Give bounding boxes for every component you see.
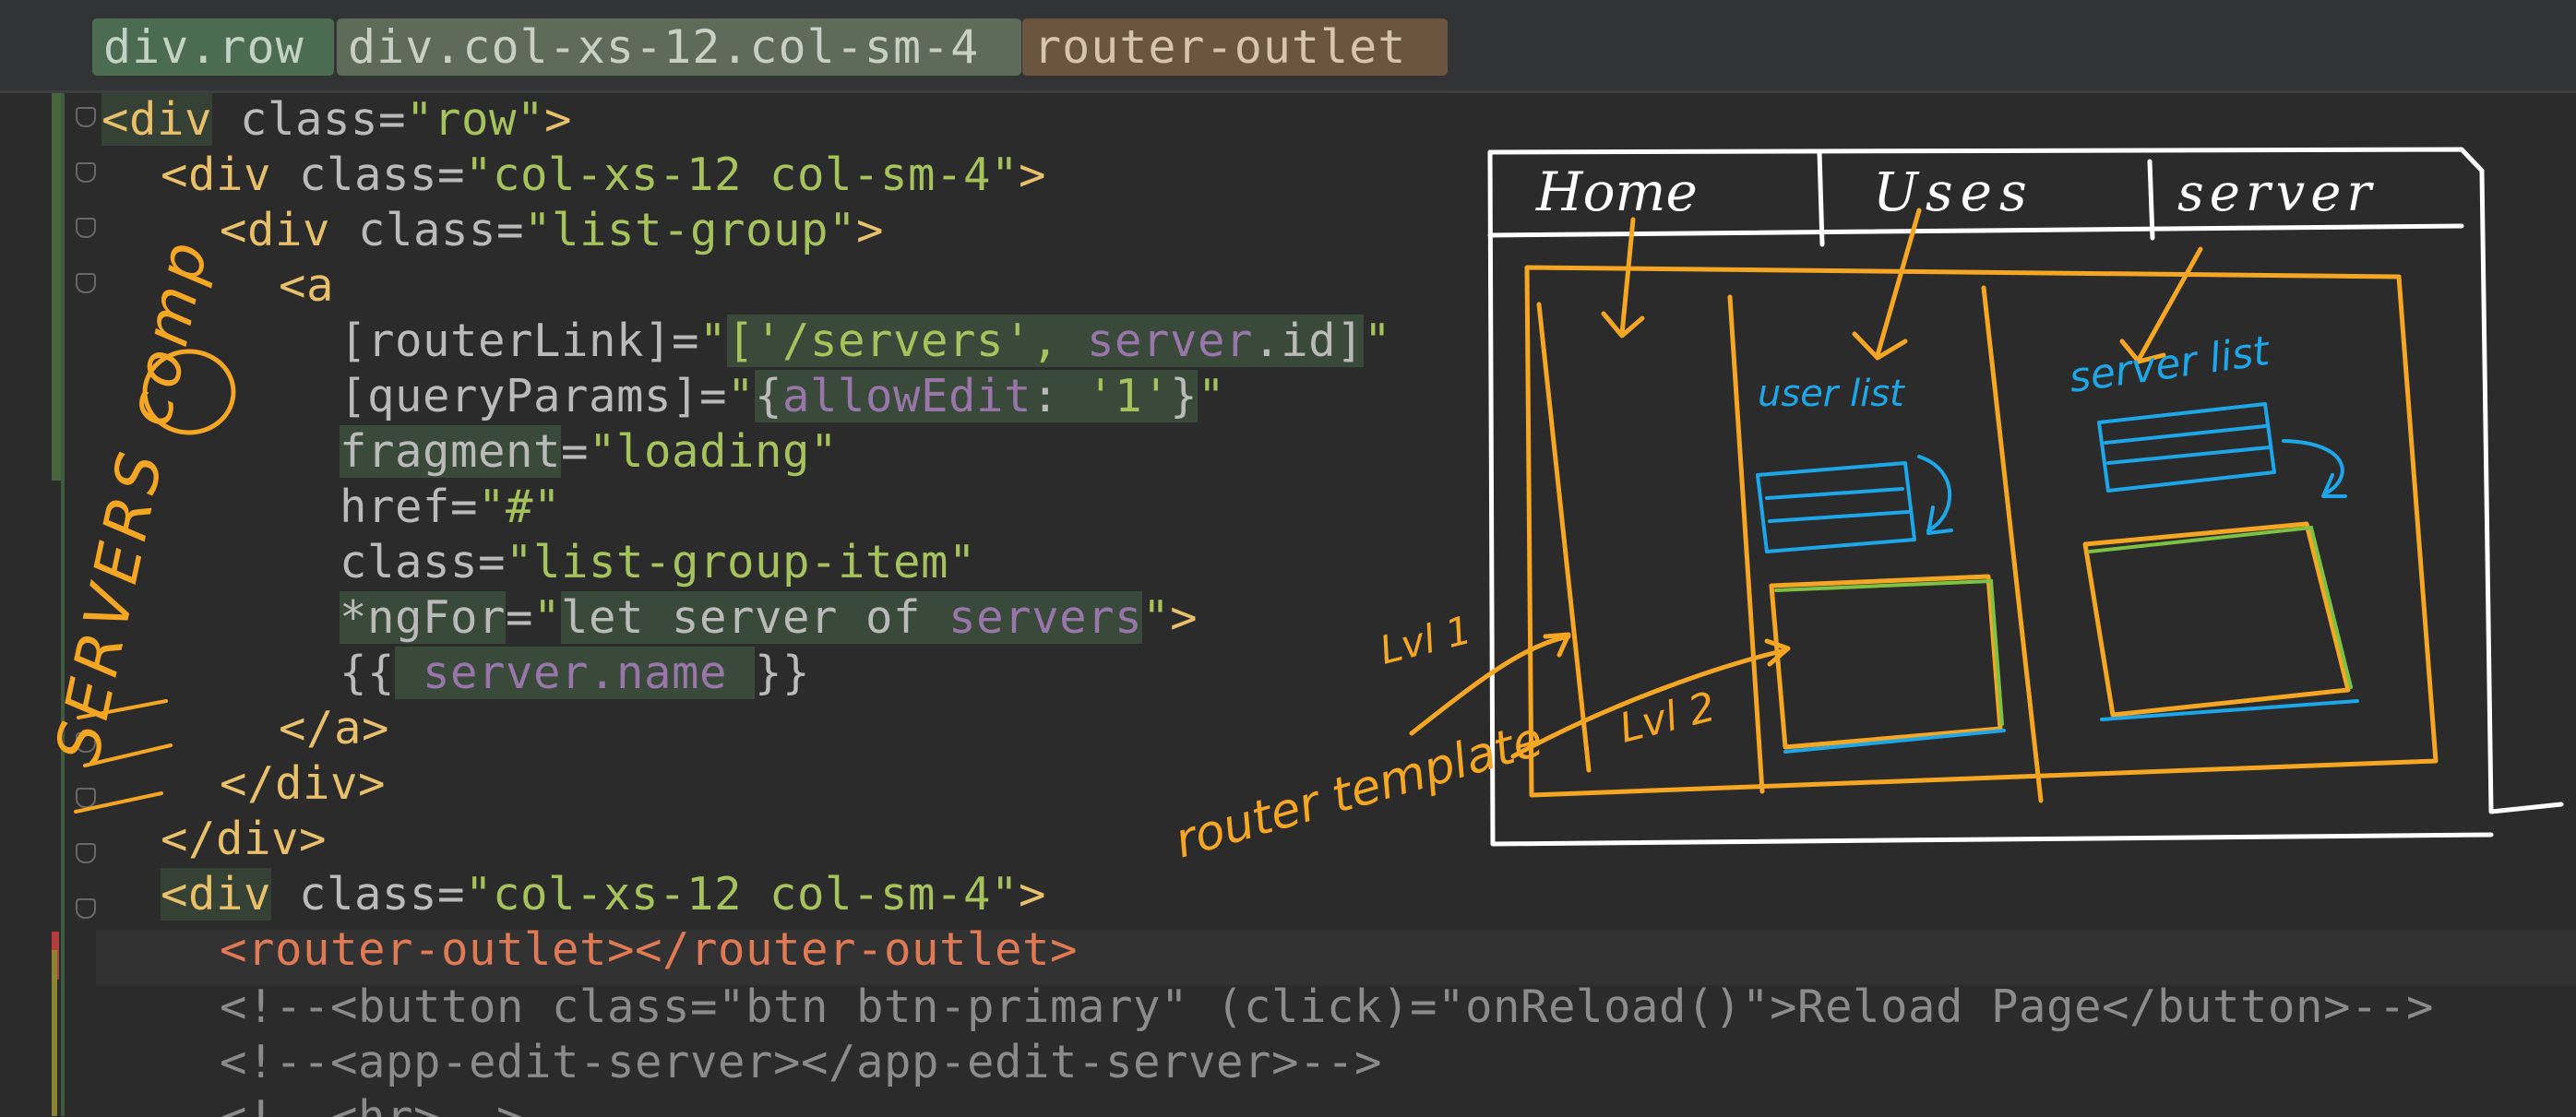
code-line[interactable]: </div>	[161, 813, 327, 866]
attr-value: "#"	[478, 481, 562, 533]
attr-name: class=	[271, 868, 466, 921]
code-comment: <!--<hr>-->	[220, 1091, 524, 1117]
code-line[interactable]: <div class="row">	[101, 93, 572, 147]
attr-value: "	[533, 591, 562, 644]
attr-name: class=	[340, 536, 507, 588]
html-tag: >	[1170, 591, 1199, 644]
attr-value: {	[755, 370, 783, 422]
code-line[interactable]: [queryParams]="{allowEdit: '1'}"	[340, 370, 1225, 423]
attr-value: "row"	[406, 93, 545, 146]
template-variable: allowEdit	[782, 370, 1032, 422]
attr-value: "loading"	[589, 425, 839, 478]
attr-name: fragment	[340, 425, 562, 478]
attr-value: "	[1198, 370, 1226, 422]
interpolation-brace: }}	[755, 647, 811, 699]
code-line[interactable]: [routerLink]="['/servers', server.id]"	[340, 315, 1391, 368]
html-tag: <div	[101, 93, 213, 146]
code-line[interactable]: <a	[279, 259, 334, 313]
html-tag: <div	[161, 149, 272, 201]
code-line[interactable]: </div>	[220, 757, 386, 811]
html-tag: >	[856, 204, 885, 256]
attr-value: "list-group"	[524, 204, 857, 256]
code-line[interactable]: <!--<hr>-->	[220, 1091, 524, 1117]
attr-value: "col-xs-12 col-sm-4"	[465, 868, 1020, 921]
code-line[interactable]: <div class="list-group">	[220, 204, 884, 257]
code-line[interactable]: <div class="col-xs-12 col-sm-4">	[161, 149, 1046, 202]
code-line[interactable]: class="list-group-item"	[340, 536, 976, 589]
breadcrumb-router-outlet[interactable]: router-outlet	[1022, 18, 1448, 76]
attr-value: :	[1032, 370, 1088, 422]
attr-value: .id]	[1253, 315, 1365, 367]
code-line[interactable]: fragment="loading"	[340, 425, 838, 479]
code-line[interactable]: </a>	[279, 702, 389, 755]
html-tag: <div	[220, 204, 331, 256]
template-variable: servers	[948, 591, 1143, 644]
breadcrumb-div-row[interactable]: div.row	[92, 18, 334, 76]
attr-name: [routerLink]=	[340, 315, 700, 367]
attr-name: class=	[271, 149, 466, 201]
html-tag: <a	[279, 259, 335, 312]
attr-name: [queryParams]=	[340, 370, 728, 422]
attr-name: href=	[340, 481, 479, 533]
code-line[interactable]: *ngFor="let server of servers">	[340, 591, 1198, 645]
html-tag: <div	[161, 868, 272, 921]
code-comment: <!--<button class="btn btn-primary" (cli…	[220, 980, 2435, 1033]
html-tag: </a>	[279, 702, 390, 755]
attr-name: *ngFor	[340, 591, 507, 644]
attr-name: class=	[212, 93, 407, 146]
html-tag: <router-outlet></router-outlet>	[220, 923, 1079, 976]
html-tag: >	[1019, 868, 1047, 921]
attr-value: "	[727, 370, 756, 422]
attr-value: "col-xs-12 col-sm-4"	[465, 149, 1020, 201]
attr-value: "	[699, 315, 728, 367]
code-comment: <!--<app-edit-server></app-edit-server>-…	[220, 1036, 1383, 1088]
code-line[interactable]: {{ server.name }}	[340, 647, 810, 700]
html-tag: >	[1019, 149, 1047, 201]
attr-value: let server of	[561, 591, 949, 644]
attr-name: class=	[330, 204, 525, 256]
code-editor[interactable]: <div class="row"> <div class="col-xs-12 …	[0, 93, 2576, 1117]
attr-value: ['/servers',	[727, 315, 1088, 367]
attr-value: "	[1142, 591, 1171, 644]
attr-name: =	[506, 591, 534, 644]
interpolation-brace: {{	[340, 647, 396, 699]
html-tag: >	[544, 93, 573, 146]
breadcrumb-div-col[interactable]: div.col-xs-12.col-sm-4	[337, 18, 1021, 76]
attr-value: }	[1170, 370, 1199, 422]
template-variable: server.name	[395, 647, 756, 699]
code-line[interactable]: <router-outlet></router-outlet>	[220, 923, 1078, 977]
breadcrumb-bar: div.row div.col-xs-12.col-sm-4 router-ou…	[0, 0, 2576, 93]
code-line[interactable]: <div class="col-xs-12 col-sm-4">	[161, 868, 1046, 921]
html-tag: </div>	[220, 757, 387, 810]
attr-value: '1'	[1087, 370, 1171, 422]
attr-name: =	[561, 425, 590, 478]
attr-value: "list-group-item"	[506, 536, 977, 588]
code-line[interactable]: <!--<button class="btn btn-primary" (cli…	[220, 980, 2434, 1034]
code-line[interactable]: <!--<app-edit-server></app-edit-server>-…	[220, 1036, 1382, 1089]
code-line[interactable]: href="#"	[340, 481, 561, 534]
template-variable: server	[1087, 315, 1254, 367]
html-tag: </div>	[161, 813, 328, 865]
attr-value: "	[1364, 315, 1392, 367]
